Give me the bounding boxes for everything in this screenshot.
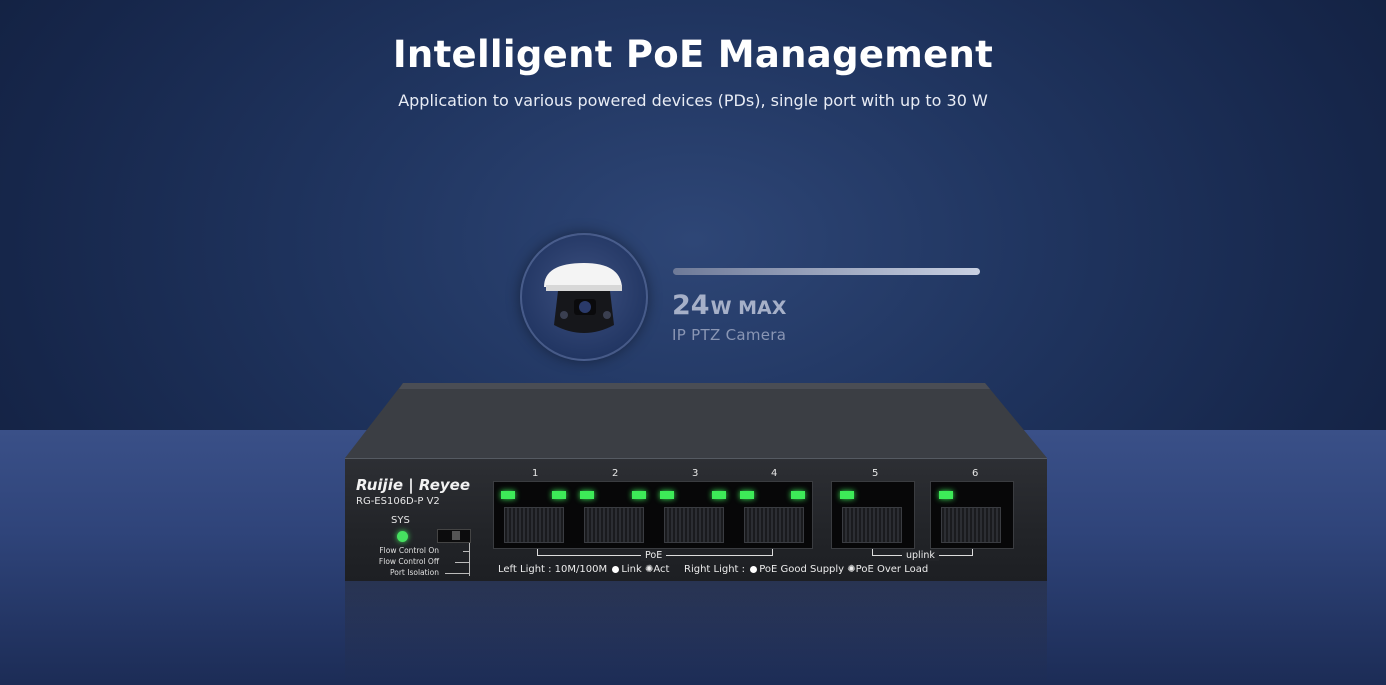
port3-left-led [660,491,674,499]
uplink-port-5 [831,481,915,549]
legend-over-load: PoE Over Load [855,564,929,575]
port5-jack[interactable] [842,507,902,543]
switch-reflection [345,580,1047,685]
port-number-3: 3 [692,468,699,479]
mode-labels: Flow Control On Flow Control Off Port Is… [371,545,439,578]
port6-led [939,491,953,499]
port4-right-led [791,491,805,499]
model-label: RG-ES106D-P V2 [356,496,440,507]
mode-label-isolation: Port Isolation [389,568,439,577]
port5-led [840,491,854,499]
port4-jack[interactable] [744,507,804,543]
poe-port-block [493,481,813,549]
page-subtitle: Application to various powered devices (… [398,91,988,110]
port-number-6: 6 [972,468,979,479]
mode-label-flow-on: Flow Control On [379,546,439,555]
right-light-prefix: Right Light : [684,564,746,575]
power-number: 24 [672,290,710,321]
poe-group-label: PoE [641,550,667,561]
port-number-4: 4 [771,468,778,479]
legend-link: Link [621,564,642,575]
port-number-1: 1 [532,468,539,479]
sys-led-icon [397,531,408,542]
mode-leader-lines [441,543,470,576]
camera-image [520,233,648,361]
port2-left-led [580,491,594,499]
power-value: 24W MAX [672,290,786,321]
port4-left-led [740,491,754,499]
port1-left-led [501,491,515,499]
right-light-legend: Right Light : PoE Good Supply ✺PoE Over … [684,564,928,575]
sys-label: SYS [391,515,410,526]
port1-jack[interactable] [504,507,564,543]
power-unit: W MAX [710,297,787,319]
port3-right-led [712,491,726,499]
brand-logo: Ruijie | Reyee [356,476,471,494]
ptz-camera-icon [544,263,622,333]
left-light-legend: Left Light : 10M/100M Link ✺Act [498,564,669,575]
port-number-2: 2 [612,468,619,479]
port-number-5: 5 [872,468,879,479]
port1-right-led [552,491,566,499]
port6-jack[interactable] [941,507,1001,543]
dip-knob [452,531,460,540]
blinking-dot-icon: ✺ [847,564,856,575]
port3-jack[interactable] [664,507,724,543]
legend-act: Act [653,564,670,575]
port2-jack[interactable] [584,507,644,543]
page-title: Intelligent PoE Management [392,33,994,76]
legend-good-supply: PoE Good Supply [759,564,845,575]
mode-dip-switch[interactable] [437,529,471,543]
uplink-group-label: uplink [902,550,939,561]
solid-dot-icon [750,565,758,573]
uplink-port-6 [930,481,1014,549]
port2-right-led [632,491,646,499]
switch-front-panel: Ruijie | Reyee RG-ES106D-P V2 SYS Flow C… [345,458,1047,581]
power-level-bar [673,268,980,275]
solid-dot-icon [612,565,620,573]
left-light-prefix: Left Light : 10M/100M [498,564,608,575]
device-type-label: IP PTZ Camera [672,326,787,344]
switch-top-panel [345,383,1047,458]
mode-label-flow-off: Flow Control Off [378,557,439,566]
